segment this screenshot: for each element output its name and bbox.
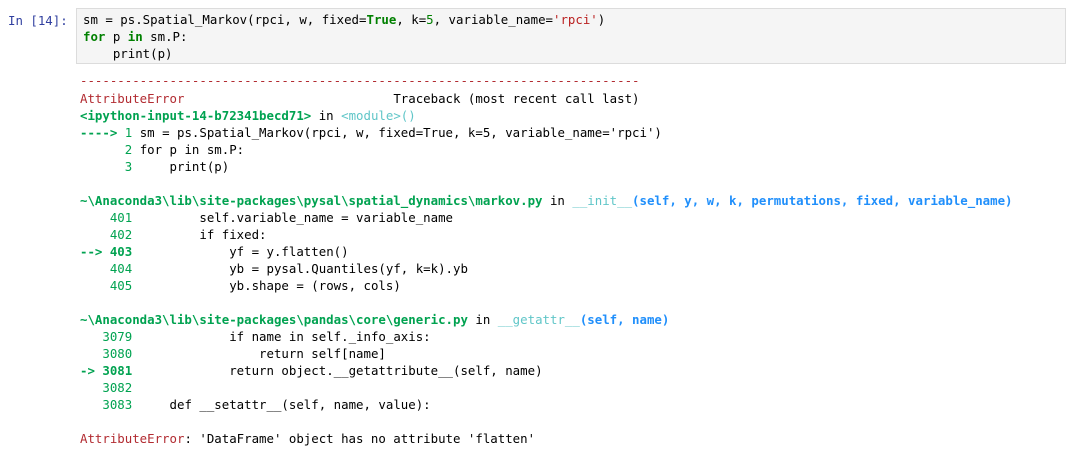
frame-1-line: 2 for p in sm.P:	[124, 142, 245, 157]
code-input-area[interactable]: sm = ps.Spatial_Markov(rpci, w, fixed=Tr…	[76, 8, 1066, 64]
frame-2-line: 404 yb = pysal.Quantiles(yf, k=k).yb	[109, 261, 468, 276]
frame-3-line: 3083 def __setattr__(self, name, value):	[102, 397, 431, 412]
frame-1-line: 3 print(p)	[124, 159, 230, 174]
frame-2-line-current: --> 403 yf = y.flatten()	[80, 244, 349, 259]
frame-2-line: 405 yb.shape = (rows, cols)	[109, 278, 401, 293]
cell-prompt: In [14]:	[8, 13, 68, 28]
final-error-message: : 'DataFrame' object has no attribute 'f…	[184, 431, 536, 446]
frame-3-line: 3080 return self[name]	[102, 346, 386, 361]
frame-1-line: ----> 1 sm = ps.Spatial_Markov(rpci, w, …	[80, 125, 662, 140]
frame-3-location: ~\Anaconda3\lib\site-packages\pandas\cor…	[80, 312, 670, 327]
code-line-3: print(p)	[83, 46, 173, 61]
error-name: AttributeError	[80, 91, 185, 106]
frame-1-location: <ipython-input-14-b72341becd71> in <modu…	[80, 108, 416, 123]
frame-2-line: 401 self.variable_name = variable_name	[109, 210, 454, 225]
traceback-header-line: AttributeError Traceback (most recent ca…	[80, 90, 640, 107]
frame-3-line: 3079 if name in self._info_axis:	[102, 329, 431, 344]
code-line-2: for p in sm.P:	[83, 29, 188, 44]
frame-2-line: 402 if fixed:	[109, 227, 267, 242]
traceback-separator: ----------------------------------------…	[80, 73, 640, 88]
traceback-header: Traceback (most recent call last)	[393, 91, 640, 106]
code-line-1: sm = ps.Spatial_Markov(rpci, w, fixed=Tr…	[83, 12, 606, 27]
final-error-name: AttributeError	[80, 431, 185, 446]
frame-2-location: ~\Anaconda3\lib\site-packages\pysal\spat…	[80, 193, 1013, 208]
frame-3-line-current: -> 3081 return object.__getattribute__(s…	[80, 363, 543, 378]
frame-3-line: 3082	[102, 380, 133, 395]
final-error-line: AttributeError: 'DataFrame' object has n…	[80, 430, 535, 447]
